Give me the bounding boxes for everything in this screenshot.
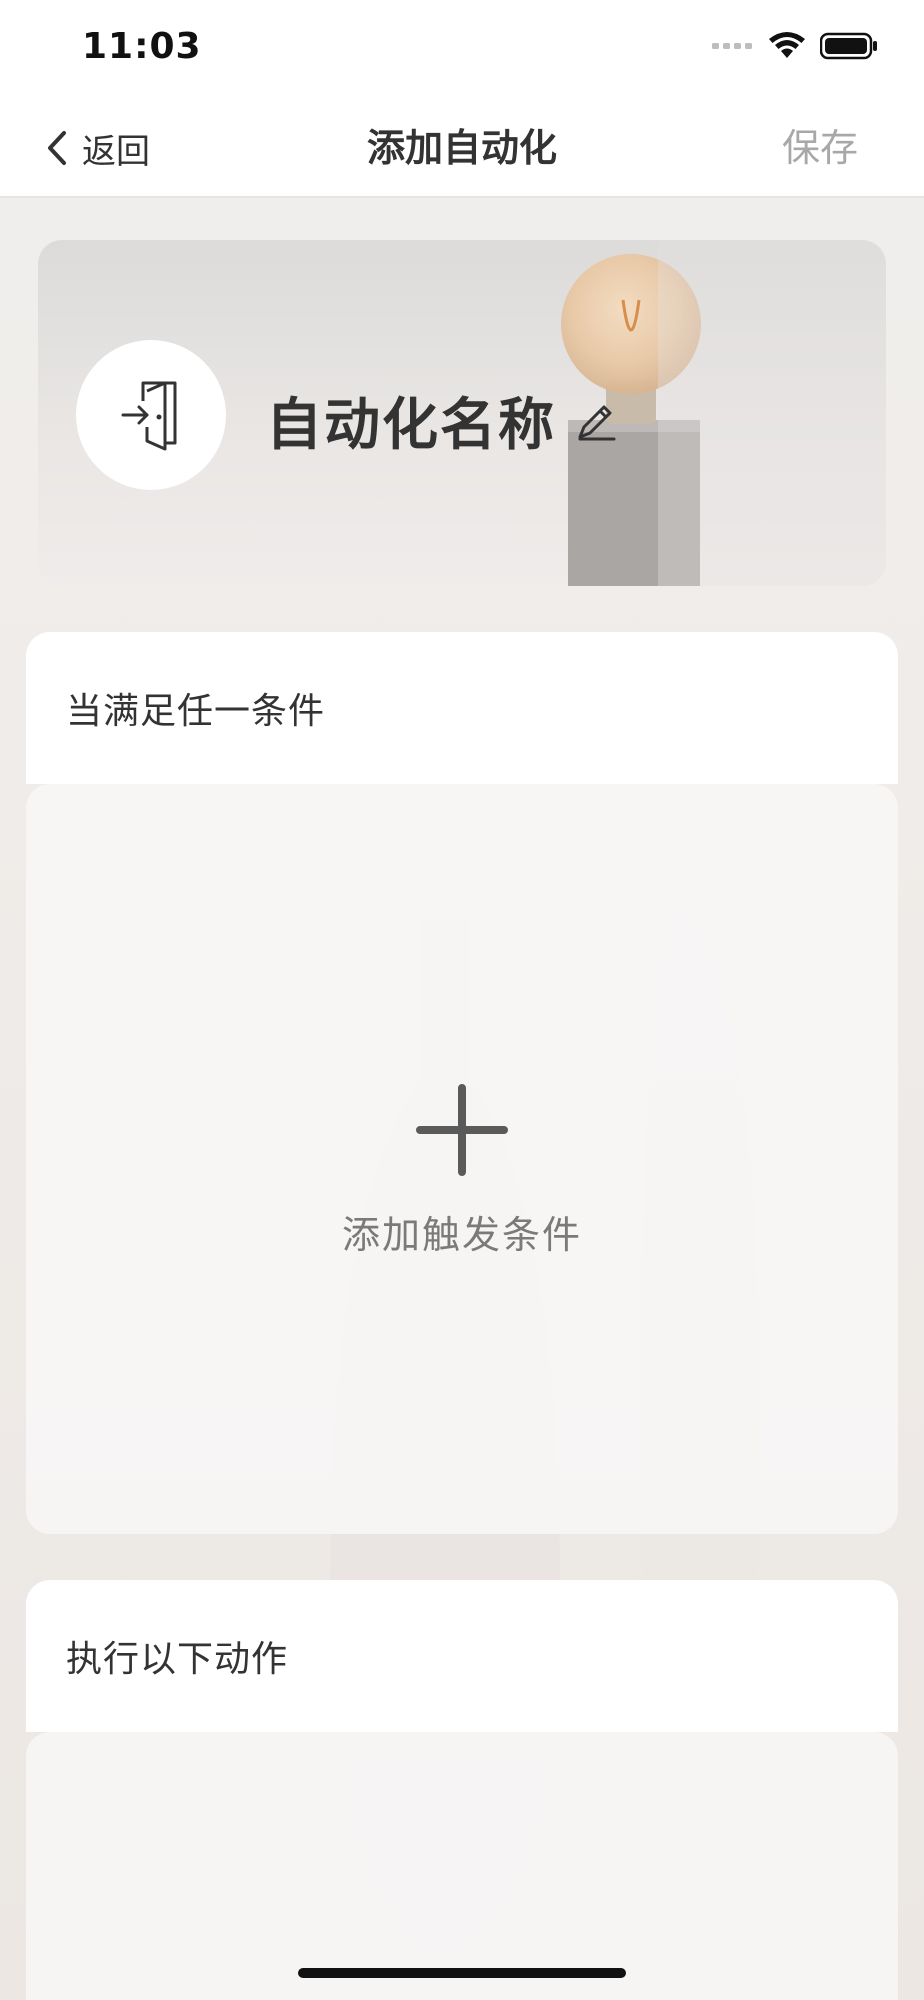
battery-icon [820,32,877,60]
add-trigger-label: 添加触发条件 [341,1213,582,1257]
save-button[interactable]: 保存 [782,122,858,174]
navigation-bar: 返回 添加自动化 保存 [0,100,924,198]
home-indicator[interactable] [298,1968,626,1978]
actions-panel [26,1732,898,2000]
automation-name[interactable]: 自动化名称 [266,380,618,461]
conditions-header: 当满足任一条件 [26,632,898,784]
actions-header: 执行以下动作 [26,1580,898,1732]
door-enter-icon [121,381,177,451]
conditions-header-text: 当满足任一条件 [66,691,326,732]
status-bar: 11:03 [0,0,924,100]
wifi-icon [769,32,805,58]
pencil-icon[interactable] [574,399,618,443]
add-trigger-button[interactable]: 添加触发条件 [26,1084,898,1259]
automation-icon-circle[interactable] [76,340,226,490]
status-time: 11:03 [82,26,202,67]
automation-banner: 自动化名称 [38,240,886,586]
cellular-signal-icon [712,43,752,49]
status-icons [712,32,878,60]
plus-icon [416,1084,508,1176]
automation-name-text: 自动化名称 [266,393,556,458]
conditions-panel: 添加触发条件 [26,784,898,1534]
actions-header-text: 执行以下动作 [66,1639,289,1680]
